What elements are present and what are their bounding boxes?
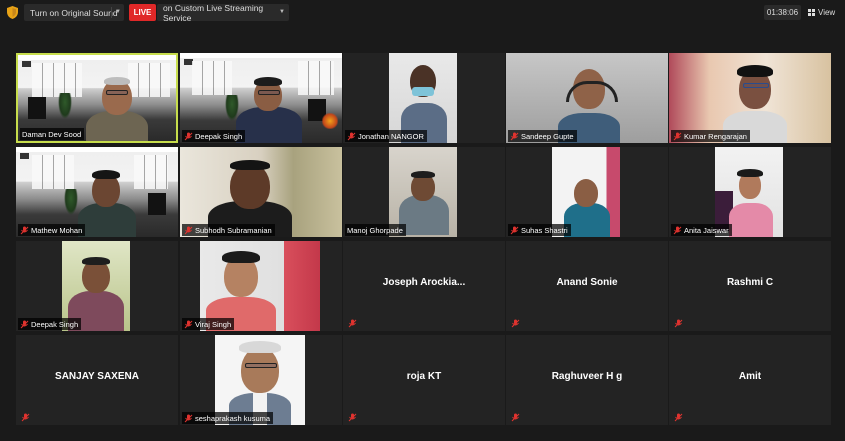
- security-shield-icon[interactable]: [7, 6, 18, 19]
- participant-name-label: Daman Dev Sood: [20, 128, 85, 140]
- live-stream-label: on Custom Live Streaming Service: [163, 2, 264, 23]
- meeting-toolbar: Turn on Original Sound ▼ LIVE on Custom …: [0, 0, 845, 26]
- participant-name: roja KT: [406, 371, 442, 382]
- participant-tile[interactable]: Sandeep Gupte: [506, 53, 668, 143]
- participant-name: Deepak Singh: [195, 131, 243, 141]
- muted-mic-icon: [673, 226, 682, 234]
- participant-name-label: Anita Jaiswar: [671, 224, 732, 236]
- participant-name: Anita Jaiswar: [684, 225, 729, 235]
- chevron-down-icon[interactable]: ▼: [279, 9, 285, 15]
- muted-mic-icon: [674, 319, 683, 328]
- participant-name: Jonathan NANGOR: [358, 131, 424, 141]
- muted-mic-icon: [673, 132, 682, 140]
- muted-mic-icon: [20, 226, 29, 234]
- participant-name: Anand Sonie: [556, 277, 618, 288]
- participant-tile[interactable]: Kumar Rengarajan: [669, 53, 831, 143]
- muted-mic-icon: [510, 226, 519, 234]
- meeting-timer: 01:38:06: [764, 5, 801, 20]
- participant-tile[interactable]: Daman Dev Sood: [16, 53, 178, 143]
- participant-name: Kumar Rengarajan: [684, 131, 747, 141]
- original-sound-button[interactable]: Turn on Original Sound ▼: [24, 4, 124, 21]
- muted-mic-icon: [184, 414, 193, 422]
- muted-mic-icon: [184, 226, 193, 234]
- muted-mic-icon: [347, 132, 356, 140]
- participant-name: Manoj Ghorpade: [347, 225, 403, 235]
- participant-tile[interactable]: SANJAY SAXENA: [16, 335, 178, 425]
- muted-mic-icon: [348, 319, 357, 328]
- participant-name-label: Viraj Singh: [182, 318, 235, 330]
- participant-name-label: seshaprakash kusuma: [182, 412, 274, 424]
- participant-tile[interactable]: Amit: [669, 335, 831, 425]
- participant-name-label: Suhas Shastri: [508, 224, 571, 236]
- view-label: View: [818, 8, 836, 17]
- participant-name: Rashmi C: [726, 277, 774, 288]
- original-sound-label: Turn on Original Sound: [30, 7, 118, 18]
- divider: [111, 7, 112, 18]
- participant-tile[interactable]: Deepak Singh: [180, 53, 342, 143]
- participant-name: Suhas Shastri: [521, 225, 568, 235]
- live-stream-button[interactable]: on Custom Live Streaming Service ▼: [157, 2, 289, 23]
- participant-name-label: Sandeep Gupte: [508, 130, 577, 142]
- participant-name: seshaprakash kusuma: [195, 413, 271, 423]
- participant-name-label: Deepak Singh: [182, 130, 246, 142]
- participant-tile[interactable]: Anita Jaiswar: [669, 147, 831, 237]
- participant-tile[interactable]: Joseph Arockia...: [343, 241, 505, 331]
- view-button[interactable]: View: [808, 5, 842, 20]
- muted-mic-icon: [511, 413, 520, 422]
- muted-mic-icon: [348, 413, 357, 422]
- participant-name-label: Mathew Mohan: [18, 224, 86, 236]
- participant-name: Subhodh Subramanian: [195, 225, 272, 235]
- participant-name-label: Jonathan NANGOR: [345, 130, 427, 142]
- participant-name-label: Deepak Singh: [18, 318, 82, 330]
- participant-name: Sandeep Gupte: [521, 131, 574, 141]
- participant-tile[interactable]: Subhodh Subramanian: [180, 147, 342, 237]
- participant-tile[interactable]: Raghuveer H g: [506, 335, 668, 425]
- muted-mic-icon: [184, 132, 193, 140]
- muted-mic-icon: [184, 320, 193, 328]
- participant-name: Amit: [738, 371, 762, 382]
- live-badge: LIVE: [129, 4, 156, 21]
- muted-mic-icon: [510, 132, 519, 140]
- grid-view-icon: [808, 9, 815, 16]
- muted-mic-icon: [674, 413, 683, 422]
- participant-tile[interactable]: Deepak Singh: [16, 241, 178, 331]
- participant-name: Joseph Arockia...: [382, 277, 466, 288]
- participant-tile[interactable]: Manoj Ghorpade: [343, 147, 505, 237]
- participant-tile[interactable]: Mathew Mohan: [16, 147, 178, 237]
- participant-tile[interactable]: Viraj Singh: [180, 241, 342, 331]
- participant-name-label: Manoj Ghorpade: [345, 224, 406, 236]
- participant-tile[interactable]: Jonathan NANGOR: [343, 53, 505, 143]
- participant-name: Raghuveer H g: [551, 371, 623, 382]
- participant-tile[interactable]: Anand Sonie: [506, 241, 668, 331]
- participant-name-label: Subhodh Subramanian: [182, 224, 275, 236]
- muted-mic-icon: [21, 413, 30, 422]
- participant-name: SANJAY SAXENA: [55, 371, 139, 382]
- participant-name: Daman Dev Sood: [22, 129, 82, 139]
- participant-tile[interactable]: roja KT: [343, 335, 505, 425]
- participant-name: Deepak Singh: [31, 319, 79, 329]
- participant-name: Viraj Singh: [195, 319, 232, 329]
- participant-tile[interactable]: Suhas Shastri: [506, 147, 668, 237]
- chevron-down-icon[interactable]: ▼: [115, 9, 121, 15]
- participant-name: Mathew Mohan: [31, 225, 83, 235]
- participant-tile[interactable]: Rashmi C: [669, 241, 831, 331]
- participant-name-label: Kumar Rengarajan: [671, 130, 750, 142]
- muted-mic-icon: [511, 319, 520, 328]
- muted-mic-icon: [20, 320, 29, 328]
- participant-tile[interactable]: seshaprakash kusuma: [180, 335, 342, 425]
